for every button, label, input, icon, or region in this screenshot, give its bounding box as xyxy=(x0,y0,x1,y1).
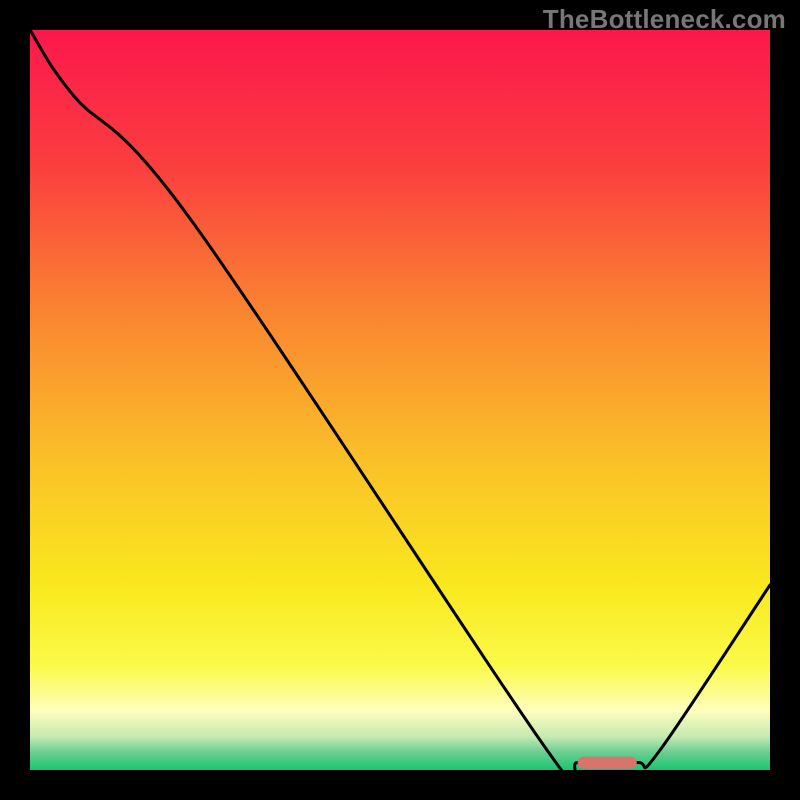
plot-background xyxy=(30,30,770,770)
marker-pill xyxy=(578,757,637,769)
chart-svg xyxy=(0,0,800,800)
watermark-text: TheBottleneck.com xyxy=(543,4,786,35)
chart-container: TheBottleneck.com xyxy=(0,0,800,800)
